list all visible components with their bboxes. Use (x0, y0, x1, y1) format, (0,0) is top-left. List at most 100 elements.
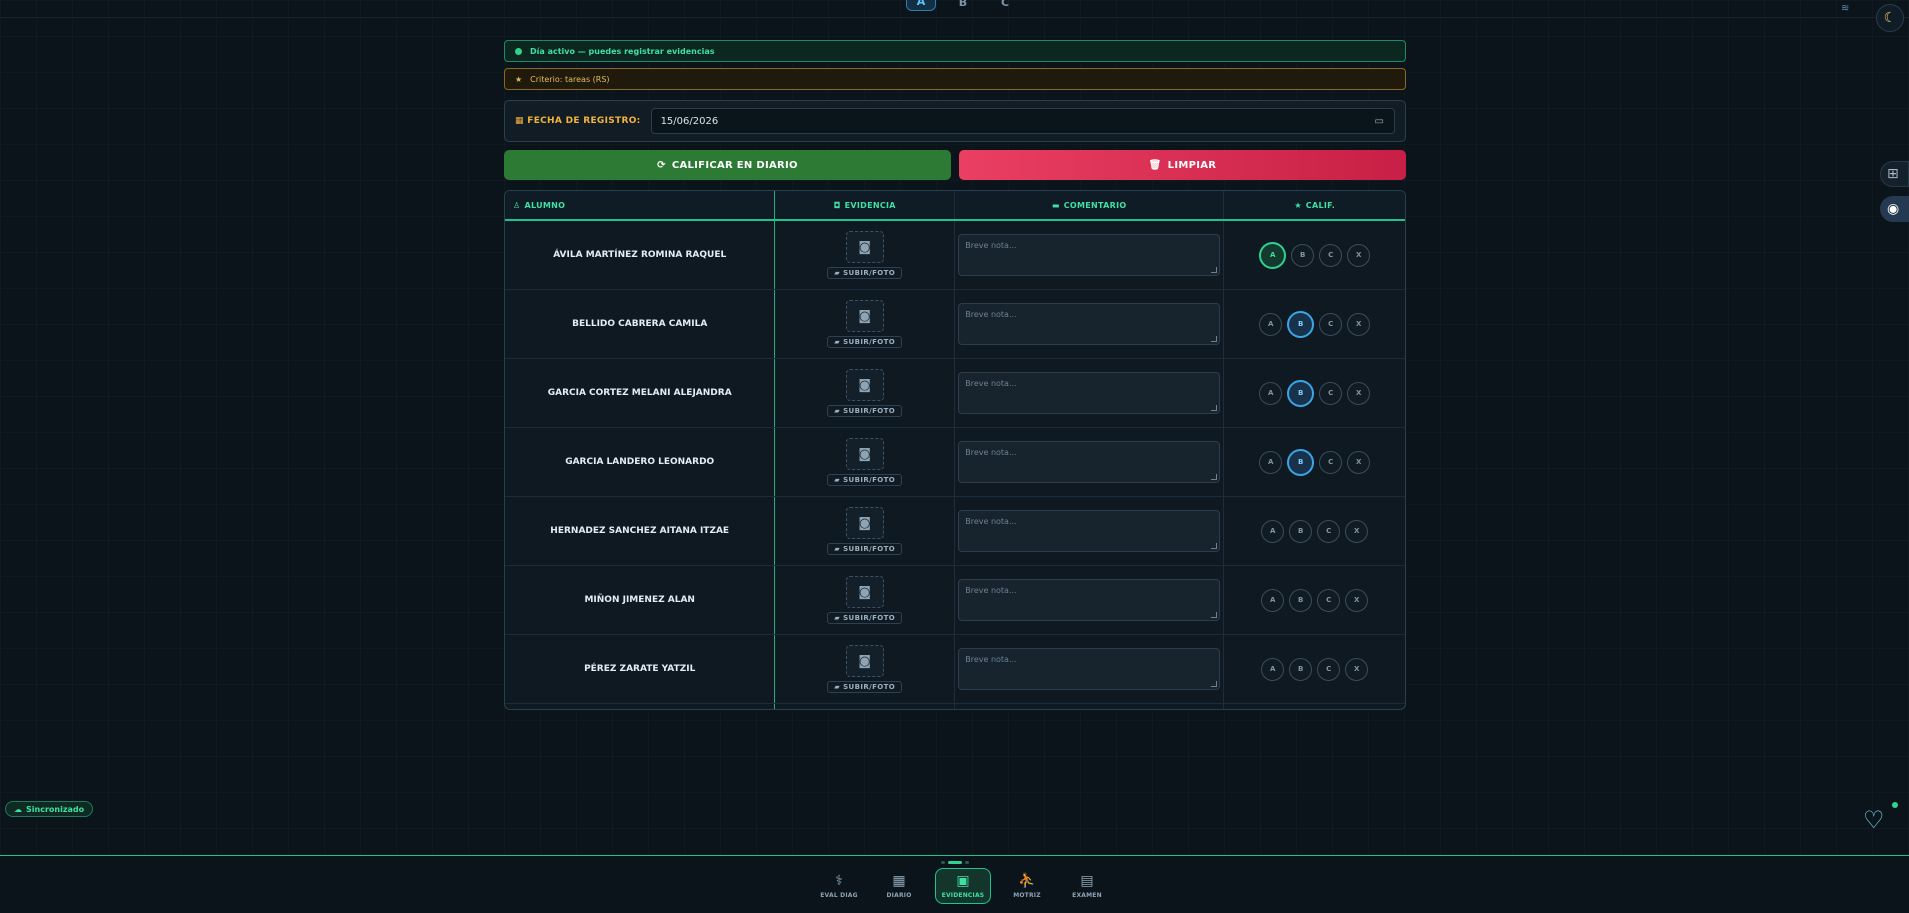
grade-option-b[interactable]: B (1291, 243, 1315, 267)
camera-icon[interactable]: ◙ (845, 369, 884, 401)
grade-option-c[interactable]: C (1319, 381, 1343, 405)
grade-option-x[interactable]: X (1345, 657, 1369, 681)
grade-option-x[interactable]: X (1347, 381, 1371, 405)
group-tab-b[interactable]: B (948, 0, 978, 11)
student-name: GARCIA LANDERO LEONARDO (505, 428, 776, 496)
comment-field[interactable]: Breve nota... (958, 372, 1221, 414)
criteria-text: Criterio: tareas (RS) (530, 74, 610, 84)
grade-option-c[interactable]: C (1317, 519, 1341, 543)
camera-icon[interactable]: ◙ (845, 300, 884, 332)
notification-dot (1892, 802, 1898, 808)
comment-field[interactable]: Breve nota... (958, 579, 1221, 621)
comment-cell: Breve nota... (955, 704, 1225, 709)
camera-icon[interactable]: ◙ (845, 231, 884, 263)
table-row: RIVERA RENDON OSCAR DAMIAN ◙ ▰SUBIR/FOTO… (505, 704, 1405, 709)
grade-cell: ABCX (1224, 497, 1405, 565)
grade-option-c[interactable]: C (1319, 450, 1343, 474)
main-content: Día activo — puedes registrar evidencias… (504, 40, 1406, 710)
grade-option-b[interactable]: B (1287, 379, 1315, 407)
grade-option-x[interactable]: X (1347, 450, 1371, 474)
heart-icon[interactable]: ♡ (1863, 806, 1893, 834)
comment-field[interactable]: Breve nota... (958, 510, 1221, 552)
group-tab-c[interactable]: C (990, 0, 1020, 11)
grade-option-b[interactable]: B (1287, 310, 1315, 338)
nav-item-evidencias[interactable]: ▣ EVIDENCIAS (935, 868, 991, 904)
camera-icon[interactable]: ◙ (845, 507, 884, 539)
upload-photo-button[interactable]: ▰ SUBIR/FOTO (827, 681, 903, 693)
calendar-picker-icon[interactable]: ▭ (1375, 116, 1384, 127)
grade-option-x[interactable]: X (1347, 312, 1371, 336)
camera-icon[interactable]: ◙ (845, 645, 884, 677)
grade-in-diary-button[interactable]: ⟳ CALIFICAR EN DIARIO (504, 150, 951, 180)
folder-icon: ▰ (834, 614, 841, 622)
grade-option-c[interactable]: C (1319, 312, 1343, 336)
nav-item-diario[interactable]: ▦ DIARIO (875, 868, 923, 904)
upload-photo-button[interactable]: ▰ SUBIR/FOTO (827, 474, 903, 486)
sync-status-badge: ☁ Sincronizado (5, 801, 94, 817)
table-row: GARCIA LANDERO LEONARDO ◙ ▰ SUBIR/FOTO Br… (505, 428, 1405, 497)
nav-item-eval-diag[interactable]: ⚕ EVAL DIAG (815, 868, 863, 904)
nav-item-examen[interactable]: ▤ EXAMEN (1063, 868, 1111, 904)
grade-option-b[interactable]: B (1289, 588, 1313, 612)
group-tab-a[interactable]: A (906, 0, 936, 11)
table-row: ÁVILA MARTÍNEZ ROMINA RAQUEL ◙ ▰ SUBIR/FO… (505, 221, 1405, 290)
clear-button[interactable]: 🗑 LIMPIAR (959, 150, 1406, 180)
camera-icon[interactable]: ◙ (845, 576, 884, 608)
evidence-cell: ◙ ▰SUBIR/FOTO (775, 359, 956, 427)
apps-grid-icon[interactable]: ⊞ (1880, 161, 1909, 187)
student-icon: ♙ (513, 200, 521, 210)
grade-option-c[interactable]: C (1319, 243, 1343, 267)
student-name: RIVERA RENDON OSCAR DAMIAN (505, 704, 776, 709)
grade-option-b[interactable]: B (1289, 657, 1313, 681)
grade-cell: ABCX (1224, 704, 1405, 709)
grade-option-a[interactable]: A (1259, 381, 1283, 405)
action-buttons: ⟳ CALIFICAR EN DIARIO 🗑 LIMPIAR (504, 150, 1406, 180)
nav-label: MOTRIZ (1013, 892, 1041, 899)
grade-option-a[interactable]: A (1259, 312, 1283, 336)
comment-field[interactable]: Breve nota... (958, 441, 1221, 483)
upload-photo-button[interactable]: ▰ SUBIR/FOTO (827, 405, 903, 417)
student-name: GARCIA CORTEZ MELANI ALEJANDRA (505, 359, 776, 427)
table-row: MIÑON JIMENEZ ALAN ◙ ▰ SUBIR/FOTO Breve n… (505, 566, 1405, 635)
grade-cell: ABCX (1224, 428, 1405, 496)
sync-arrows-icon: ⟳ (657, 159, 666, 171)
nav-items: ⚕ EVAL DIAG ▦ DIARIO ▣ EVIDENCIAS ⛹ MOTRIZ ▤ EXAM… (815, 868, 1111, 904)
grade-option-c[interactable]: C (1317, 588, 1341, 612)
student-name: PÉREZ ZARATE YATZIL (505, 635, 776, 703)
grade-option-a[interactable]: A (1259, 450, 1283, 474)
nav-label: DIARIO (886, 892, 912, 899)
upload-photo-button[interactable]: ▰ SUBIR/FOTO (827, 612, 903, 624)
comment-field[interactable]: Breve nota... (958, 303, 1221, 345)
date-input[interactable]: 15/06/2026 ▭ (650, 108, 1395, 134)
cloud-icon: ☁ (14, 804, 22, 814)
evidence-cell: ◙ ▰SUBIR/FOTO (775, 635, 956, 703)
robot-icon[interactable]: ◉ (1880, 196, 1909, 222)
comment-field[interactable]: Breve nota... (958, 234, 1221, 276)
comment-field[interactable]: Breve nota... (958, 648, 1221, 690)
camera-icon[interactable]: ◙ (845, 438, 884, 470)
grade-option-b[interactable]: B (1287, 448, 1315, 476)
folder-icon: ▰ (834, 683, 841, 691)
grade-option-a[interactable]: A (1259, 241, 1287, 269)
grade-option-a[interactable]: A (1261, 657, 1285, 681)
grade-option-x[interactable]: X (1345, 588, 1369, 612)
grade-option-a[interactable]: A (1261, 519, 1285, 543)
comment-cell: Breve nota... (955, 428, 1225, 496)
grade-option-c[interactable]: C (1317, 657, 1341, 681)
grade-option-a[interactable]: A (1261, 588, 1285, 612)
grade-cell: ABCX (1224, 566, 1405, 634)
header-comment: ▬ COMENTARIO (955, 191, 1225, 219)
upload-photo-button[interactable]: ▰ SUBIR/FOTO (827, 543, 903, 555)
grade-option-x[interactable]: X (1345, 519, 1369, 543)
grade-option-b[interactable]: B (1289, 519, 1313, 543)
header-student: ♙ ALUMNO (505, 191, 776, 219)
date-label: ▦ FECHA DE REGISTRO: (515, 116, 641, 126)
table-row: HERNADEZ SANCHEZ AITANA ITZAE ◙ ▰ SUBIR/F… (505, 497, 1405, 566)
header-evidence: ◘ EVIDENCIA (775, 191, 955, 219)
upload-photo-button[interactable]: ▰ SUBIR/FOTO (827, 336, 903, 348)
nav-item-motriz[interactable]: ⛹ MOTRIZ (1003, 868, 1051, 904)
moon-icon[interactable]: ☾ (1876, 4, 1904, 32)
folder-icon: ▰ (834, 269, 841, 277)
upload-photo-button[interactable]: ▰ SUBIR/FOTO (827, 267, 903, 279)
grade-option-x[interactable]: X (1347, 243, 1371, 267)
